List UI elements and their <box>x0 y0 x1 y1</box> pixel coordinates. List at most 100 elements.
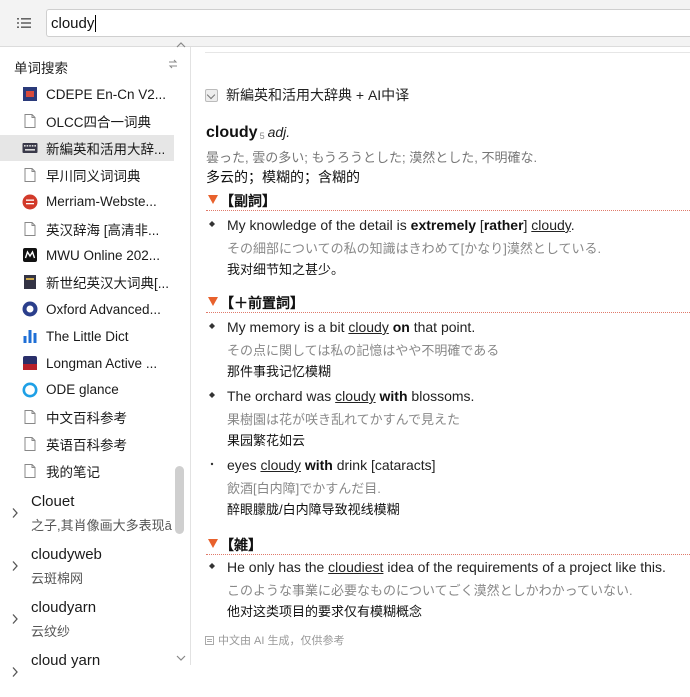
example-chinese: 果园繁花如云 <box>227 433 306 448</box>
word-list-item-word: cloudyweb <box>31 546 102 563</box>
example-english: My memory is a bit cloudy on that point. <box>227 319 476 335</box>
document-icon <box>24 409 36 424</box>
diamond-bullet-icon <box>209 323 215 329</box>
dictionary-item-label: Oxford Advanced... <box>46 301 161 317</box>
example-japanese: このような事業に必要なものについてごく漠然としかわかっていない. <box>227 583 633 598</box>
expand-triangle-icon[interactable] <box>208 195 218 204</box>
example-english: The orchard was cloudy with blossoms. <box>227 388 475 404</box>
section-title: 【雑】 <box>220 537 262 553</box>
headword-link[interactable]: cloudy <box>260 457 300 473</box>
headword-link[interactable]: cloudiest <box>328 559 383 575</box>
entry-panel: 新編英和活用大辞典 + AI中译 cloudy 5 adj. 曇った, 雲の多い; … <box>191 47 690 665</box>
mwu-icon <box>23 248 37 263</box>
collocate-highlight: with <box>379 388 408 404</box>
example-chinese: 那件事我记忆模糊 <box>227 364 332 379</box>
collapse-chevron-icon[interactable] <box>205 88 218 102</box>
dictionary-item-label: CDEPE En-Cn V2... <box>46 86 167 102</box>
top-bar: cloudy <box>0 0 690 47</box>
headword-link[interactable]: cloudy <box>531 217 570 233</box>
headword-link[interactable]: cloudy <box>348 319 388 335</box>
dictionary-item[interactable]: 英汉辞海 [高清非... <box>0 216 174 242</box>
word-list-item-word: cloud yarn <box>31 652 101 669</box>
word-list-item[interactable]: cloud yarn <box>0 647 174 697</box>
example-japanese: その点に関しては私の記憶はやや不明確である <box>227 343 500 358</box>
dictionary-item-label: 早川同义词词典 <box>46 168 141 184</box>
document-icon <box>24 221 36 236</box>
ai-note-icon <box>205 635 214 645</box>
dictionary-item[interactable]: Oxford Advanced... <box>0 296 174 322</box>
headword-link[interactable]: cloudy <box>335 388 375 404</box>
dictionary-item[interactable]: 我的笔记 <box>0 458 174 484</box>
chevron-right-icon[interactable] <box>11 666 19 678</box>
diamond-bullet-icon <box>209 221 215 227</box>
dictionary-item-label: Merriam-Webste... <box>46 194 157 210</box>
dictionary-title: 新編英和活用大辞典 + AI中译 <box>226 87 410 103</box>
dictionary-item-label: 中文百科参考 <box>46 410 127 426</box>
entry-headline: cloudy 5 adj. <box>206 124 290 142</box>
merriam-webster-icon <box>22 194 38 210</box>
search-input-value: cloudy <box>51 14 95 32</box>
dictionary-item[interactable]: OLCC四合一词典 <box>0 108 174 134</box>
keyboard-icon <box>22 142 38 153</box>
collocate-highlight: on <box>392 319 410 335</box>
sidebar-scrollbar-thumb[interactable] <box>175 466 184 534</box>
scroll-up-chevron-icon[interactable] <box>176 41 186 49</box>
section-header[interactable]: 【＋前置詞】 <box>206 292 690 313</box>
dictionary-item-label: The Little Dict <box>46 328 129 344</box>
dictionary-item[interactable]: ODE glance <box>0 377 174 403</box>
word-list-item-word: cloudyarn <box>31 599 97 616</box>
sidebar-header: 单词搜索 <box>0 47 190 81</box>
dictionary-item[interactable]: Longman Active ... <box>0 350 174 376</box>
dictionary-item[interactable]: MWU Online 202... <box>0 242 174 268</box>
dictionary-item-label: ODE glance <box>46 382 119 398</box>
example-chinese: 他对这类项目的要求仅有模糊概念 <box>227 604 423 619</box>
bar-chart-icon <box>23 330 37 344</box>
diamond-bullet-icon <box>209 392 215 398</box>
section-title: 【＋前置詞】 <box>220 295 304 311</box>
dictionary-item[interactable]: 中文百科参考 <box>0 404 174 430</box>
word-list-item-subtitle: 云斑棉网 <box>31 571 84 586</box>
word-list-item-subtitle: 之子,其肖像画大多表现ā <box>31 518 172 533</box>
dictionary-item-label: Longman Active ... <box>46 355 158 371</box>
top-divider <box>205 52 690 53</box>
collocate-highlight: extremely <box>410 217 477 233</box>
dictionary-item[interactable]: 新編英和活用大辞... <box>0 134 174 161</box>
swap-icon[interactable] <box>168 59 178 69</box>
dictionary-header[interactable]: 新編英和活用大辞典 + AI中译 <box>205 85 409 105</box>
chevron-right-icon[interactable] <box>11 613 19 625</box>
example-japanese: その細部についての私の知識はきわめて[かなり]漠然としている. <box>227 241 602 256</box>
search-input[interactable]: cloudy <box>46 9 690 37</box>
dictionary-item-label: 英汉辞海 [高清非... <box>46 222 160 238</box>
example-japanese: 飲酒[白内障]でかすんだ目. <box>227 481 381 496</box>
dictionary-item[interactable]: 新世纪英汉大词典[... <box>0 269 174 295</box>
dictionary-item[interactable]: The Little Dict <box>0 323 174 349</box>
text-caret <box>95 14 97 32</box>
section-title: 【副詞】 <box>220 193 276 209</box>
scroll-down-chevron-icon[interactable] <box>176 654 186 662</box>
chevron-right-icon[interactable] <box>11 560 19 572</box>
diamond-bullet-icon <box>209 563 215 569</box>
dictionary-item[interactable]: CDEPE En-Cn V2... <box>0 81 174 107</box>
section-header[interactable]: 【雑】 <box>206 534 690 555</box>
ode-icon <box>22 382 38 398</box>
sidebar-title: 单词搜索 <box>14 61 68 76</box>
headword: cloudy <box>206 124 258 141</box>
document-icon <box>24 436 36 451</box>
longman-icon <box>23 356 37 370</box>
list-menu-icon[interactable] <box>14 13 34 33</box>
example-chinese: 醉眼朦胧/白内障导致视线模糊 <box>227 502 400 517</box>
dictionary-item-label: 英语百科参考 <box>46 437 127 453</box>
section-header[interactable]: 【副詞】 <box>206 190 690 211</box>
word-list-item[interactable]: Clouet 之子,其肖像画大多表现ā <box>0 488 174 538</box>
dictionary-item-label: 新編英和活用大辞... <box>46 141 166 157</box>
word-list-item[interactable]: cloudyarn 云纹纱 <box>0 594 174 644</box>
word-list-item[interactable]: cloudyweb 云斑棉网 <box>0 541 174 591</box>
homograph-number: 5 <box>259 131 265 141</box>
dictionary-item[interactable]: Merriam-Webste... <box>0 189 174 215</box>
dictionary-item[interactable]: 英语百科参考 <box>0 431 174 457</box>
expand-triangle-icon[interactable] <box>208 297 218 306</box>
chevron-right-icon[interactable] <box>11 507 19 519</box>
dictionary-item[interactable]: 早川同义词词典 <box>0 162 174 188</box>
expand-triangle-icon[interactable] <box>208 539 218 548</box>
cdepe-icon <box>23 87 37 101</box>
